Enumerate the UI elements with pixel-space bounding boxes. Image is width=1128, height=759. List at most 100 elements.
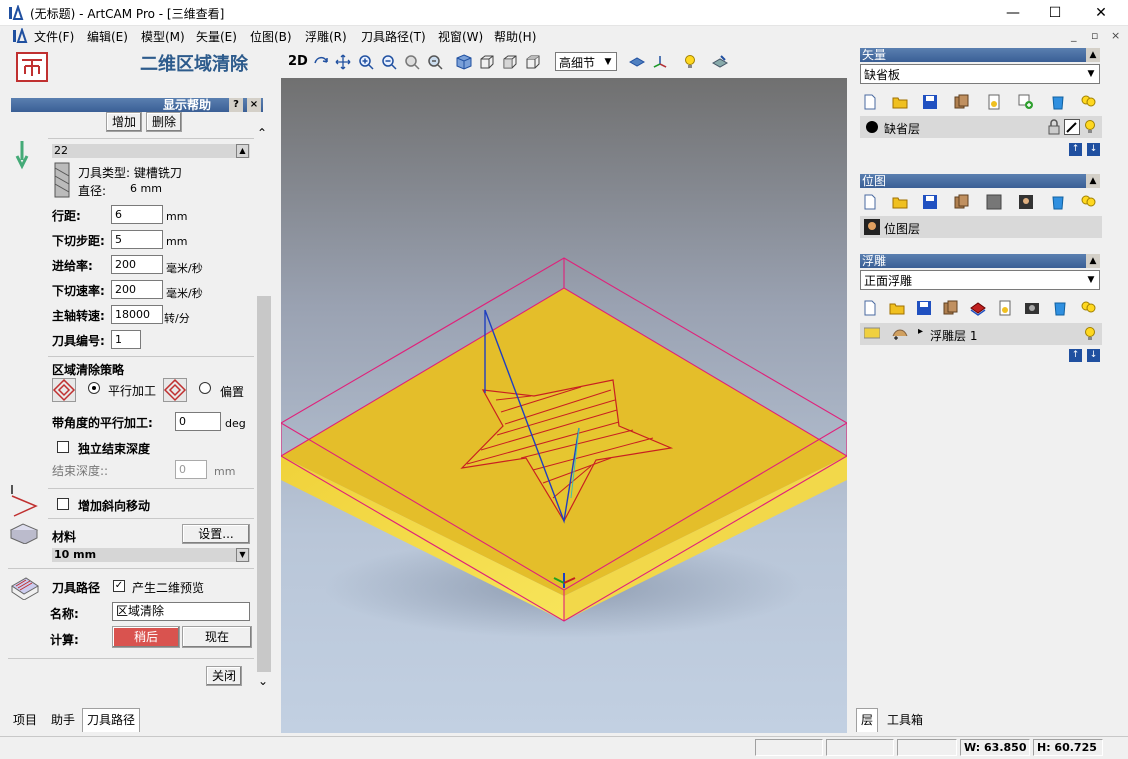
move-relief-down-icon[interactable]: ↓ xyxy=(1087,349,1100,362)
expand-material-icon[interactable]: ▼ xyxy=(236,548,249,562)
raster-radio[interactable] xyxy=(88,382,100,394)
spindle-speed-input[interactable]: 18000 xyxy=(111,305,163,324)
collapse-tool-icon[interactable]: ▲ xyxy=(236,144,249,158)
pan-icon[interactable] xyxy=(335,54,351,70)
tool-number-input[interactable]: 1 xyxy=(111,330,141,349)
zoom-all-icon[interactable] xyxy=(427,54,443,70)
toolpath-name-input[interactable]: 区域清除 xyxy=(112,602,250,621)
vector-section-header[interactable]: 矢量 ▲ xyxy=(860,48,1100,62)
collapse-bitmap-icon[interactable]: ▲ xyxy=(1086,174,1100,188)
bitmap-image-icon[interactable] xyxy=(1018,194,1034,210)
lock-icon[interactable] xyxy=(1046,119,1062,135)
mdi-close-button[interactable]: × xyxy=(1111,29,1120,42)
relief-visibility-icon[interactable] xyxy=(1082,326,1098,342)
panel-scrollbar-thumb[interactable] xyxy=(257,296,271,672)
relief-snapshot-icon[interactable] xyxy=(1024,300,1040,316)
front-view-icon[interactable] xyxy=(479,54,495,70)
detail-level-select[interactable]: 高细节 ▼ xyxy=(555,52,617,71)
copy-bitmap-icon[interactable] xyxy=(954,194,970,210)
menu-edit[interactable]: 编辑(E) xyxy=(87,28,128,45)
2d-view-button[interactable]: 2D xyxy=(288,54,308,69)
bitmap-layer-row[interactable]: 位图层 xyxy=(860,216,1102,238)
relief-combine-icon[interactable] xyxy=(892,326,908,342)
zoom-out-icon[interactable] xyxy=(381,54,397,70)
relief-layer-row[interactable]: ▸ 浮雕层 1 xyxy=(860,323,1102,345)
delete-bitmap-icon[interactable] xyxy=(1050,194,1066,210)
move-relief-up-icon[interactable]: ↑ xyxy=(1069,349,1082,362)
axis-icon[interactable] xyxy=(652,54,668,70)
new-vector-layer-icon[interactable] xyxy=(862,94,878,110)
menu-relief[interactable]: 浮雕(R) xyxy=(305,28,347,45)
calculate-now-button[interactable]: 现在 xyxy=(182,626,252,648)
raster-angle-input[interactable]: 0 xyxy=(175,412,221,431)
relief-section-header[interactable]: 浮雕 ▲ xyxy=(860,254,1100,268)
bitmap-section-header[interactable]: 位图 ▲ xyxy=(860,174,1100,188)
3d-viewport[interactable] xyxy=(281,78,847,733)
lightbulbs-icon[interactable] xyxy=(1080,94,1096,110)
chevron-right-icon[interactable]: ▸ xyxy=(918,326,923,337)
relief-mode-select[interactable]: 正面浮雕 ▼ xyxy=(860,270,1100,290)
iso-view-icon[interactable] xyxy=(456,54,472,70)
relief-properties-icon[interactable] xyxy=(997,300,1013,316)
tool-name-bar[interactable]: 22 ▲ xyxy=(52,144,250,158)
move-layer-down-icon[interactable]: ↓ xyxy=(1087,143,1100,156)
layer-properties-icon[interactable] xyxy=(986,94,1002,110)
material-setup-button[interactable]: 设置... xyxy=(182,524,250,544)
collapse-relief-icon[interactable]: ▲ xyxy=(1086,254,1100,268)
vector-sheet-select[interactable]: 缺省板 ▼ xyxy=(860,64,1100,84)
top-view-icon[interactable] xyxy=(525,54,541,70)
delete-relief-icon[interactable] xyxy=(1052,300,1068,316)
copy-layer-icon[interactable] xyxy=(954,94,970,110)
menu-bitmap[interactable]: 位图(B) xyxy=(250,28,292,45)
zoom-previous-icon[interactable] xyxy=(404,54,420,70)
preview-checkbox[interactable]: ✓ xyxy=(113,580,125,592)
merge-layer-icon[interactable] xyxy=(1018,94,1034,110)
lightbulb-icon[interactable] xyxy=(682,54,698,70)
delete-layer-icon[interactable] xyxy=(1050,94,1066,110)
tab-toolbox[interactable]: 工具箱 xyxy=(882,708,928,732)
mdi-restore-button[interactable]: ▫ xyxy=(1091,29,1098,42)
mdi-minimize-button[interactable]: _ xyxy=(1071,29,1077,42)
minimize-button[interactable]: — xyxy=(990,0,1036,26)
tab-toolpaths[interactable]: 刀具路径 xyxy=(82,708,141,732)
maximize-button[interactable]: ☐ xyxy=(1032,0,1078,26)
plunge-rate-input[interactable]: 200 xyxy=(111,280,163,299)
save-icon[interactable] xyxy=(922,94,938,110)
zoom-in-icon[interactable] xyxy=(358,54,374,70)
independent-depth-checkbox[interactable] xyxy=(57,441,69,453)
menu-help[interactable]: 帮助(H) xyxy=(494,28,536,45)
collapse-vector-icon[interactable]: ▲ xyxy=(1086,48,1100,62)
help-close-button[interactable]: × xyxy=(247,98,261,112)
new-bitmap-layer-icon[interactable] xyxy=(862,194,878,210)
rotate-icon[interactable] xyxy=(313,54,329,70)
render-icon[interactable] xyxy=(712,54,728,70)
help-question-button[interactable]: ? xyxy=(229,98,243,112)
save-bitmap-icon[interactable] xyxy=(922,194,938,210)
layer-color-icon[interactable] xyxy=(866,121,878,133)
feed-rate-input[interactable]: 200 xyxy=(111,255,163,274)
close-window-button[interactable]: ✕ xyxy=(1078,0,1124,26)
stepover-input[interactable]: 6 xyxy=(111,205,163,224)
new-relief-layer-icon[interactable] xyxy=(862,300,878,316)
visibility-lightbulb-icon[interactable] xyxy=(1082,119,1098,135)
bitmap-mask-icon[interactable] xyxy=(986,194,1002,210)
open-bitmap-icon[interactable] xyxy=(892,194,908,210)
tab-project[interactable]: 项目 xyxy=(8,708,42,732)
relief-merge-icon[interactable] xyxy=(970,300,986,316)
offset-radio[interactable] xyxy=(199,382,211,394)
open-folder-icon[interactable] xyxy=(892,94,908,110)
ramp-checkbox[interactable] xyxy=(57,498,69,510)
side-view-icon[interactable] xyxy=(502,54,518,70)
calculate-later-button[interactable]: 稍后 xyxy=(112,626,180,648)
bitmap-lightbulbs-icon[interactable] xyxy=(1080,194,1096,210)
save-relief-icon[interactable] xyxy=(916,300,932,316)
delete-tool-button[interactable]: 删除 xyxy=(146,112,182,132)
menu-window[interactable]: 视窗(W) xyxy=(438,28,483,45)
stepdown-input[interactable]: 5 xyxy=(111,230,163,249)
app-menu-icon[interactable] xyxy=(12,28,28,44)
menu-vector[interactable]: 矢量(E) xyxy=(196,28,237,45)
shaded-view-icon[interactable] xyxy=(629,54,645,70)
relief-lightbulbs-icon[interactable] xyxy=(1080,300,1096,316)
close-panel-button[interactable]: 关闭 xyxy=(206,666,242,686)
add-tool-button[interactable]: 增加 xyxy=(106,112,142,132)
